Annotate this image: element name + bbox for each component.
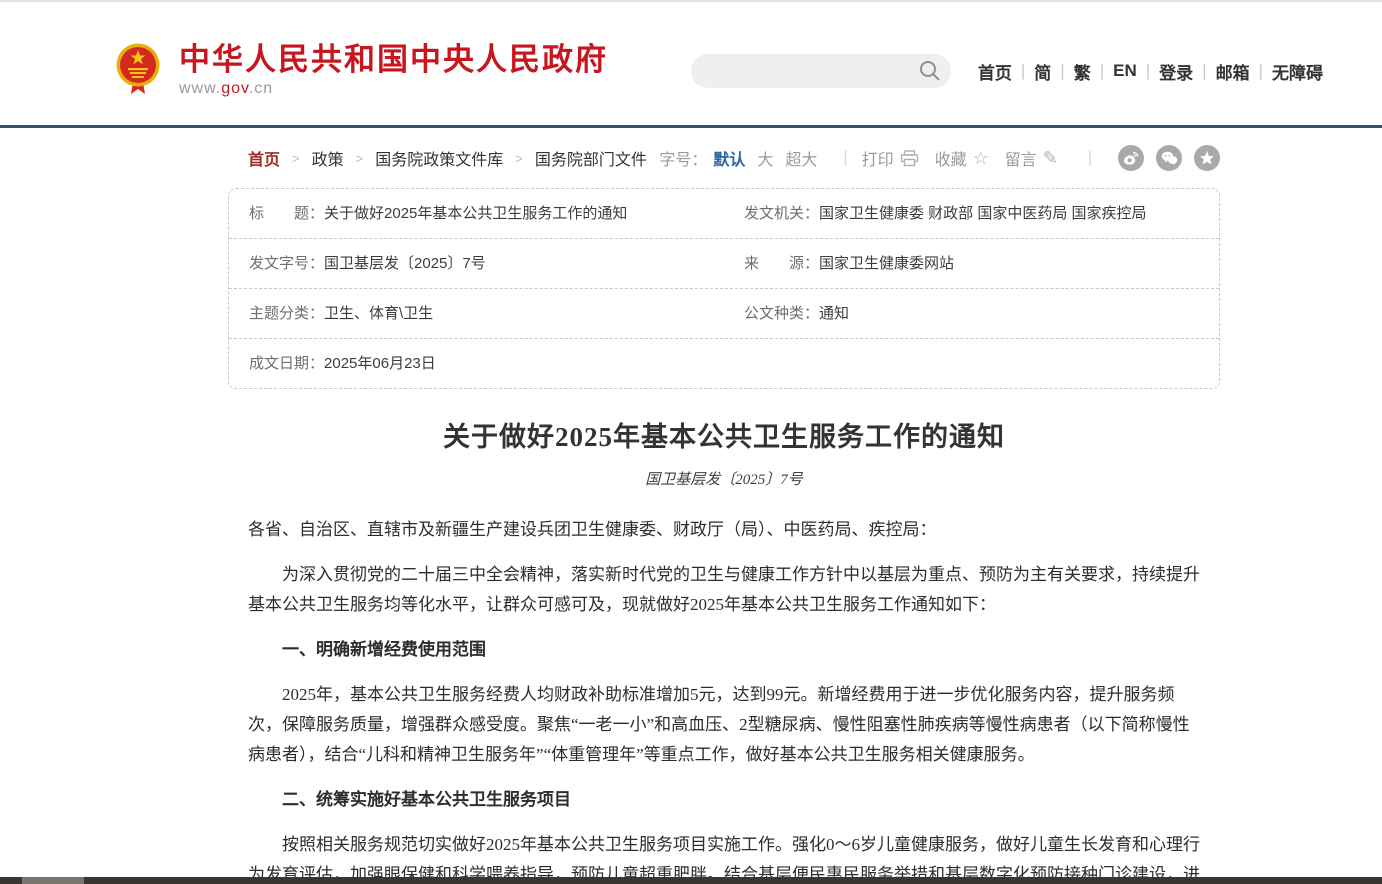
meta-row: 主题分类： 卫生、体育\卫生 公文种类： 通知 [229, 289, 1219, 339]
salutation-paragraph: 各省、自治区、直辖市及新疆生产建设兵团卫生健康委、财政厅（局）、中医药局、疾控局… [248, 515, 1200, 545]
nav-english[interactable]: EN [1104, 61, 1146, 81]
document-toolbar: 字号： 默认 大 超大 | 打印 收藏 ☆ 留言 ✎ | [659, 145, 1220, 171]
meta-label: 标 题： [249, 189, 324, 238]
breadcrumb-policy-library[interactable]: 国务院政策文件库 [375, 146, 503, 170]
search-icon [919, 60, 941, 82]
share-qzone-button[interactable] [1194, 145, 1220, 171]
site-url-www: www. [179, 80, 221, 97]
wechat-icon [1161, 151, 1178, 165]
printer-icon [900, 150, 919, 167]
toolbar-divider: | [1088, 149, 1092, 167]
share-wechat-button[interactable] [1156, 145, 1182, 171]
main-column: 首页 > 政策 > 国务院政策文件库 > 国务院部门文件 字号： 默认 大 超大… [228, 146, 1220, 884]
search-input[interactable] [707, 56, 919, 86]
nav-simplified[interactable]: 简 [1025, 59, 1060, 84]
breadcrumb-home[interactable]: 首页 [248, 146, 280, 170]
star-icon: ☆ [973, 149, 989, 167]
font-size-default-button[interactable]: 默认 [713, 146, 745, 170]
meta-value: 2025年06月23日 [324, 339, 436, 388]
nav-traditional[interactable]: 繁 [1065, 59, 1100, 84]
nav-accessibility[interactable]: 无障碍 [1263, 59, 1332, 84]
meta-value: 国家卫生健康委网站 [819, 239, 954, 288]
nav-mail[interactable]: 邮箱 [1207, 59, 1259, 84]
meta-label: 发文字号： [249, 239, 324, 288]
section1-paragraph: 2025年，基本公共卫生服务经费人均财政补助标准增加5元，达到99元。新增经费用… [248, 680, 1200, 770]
breadcrumb-department-docs[interactable]: 国务院部门文件 [535, 146, 647, 170]
search-button[interactable] [919, 60, 941, 82]
site-url-gov: gov [221, 80, 249, 97]
site-logo[interactable]: 中华人民共和国中央人民政府 www.gov.cn [113, 42, 608, 98]
meta-label: 成文日期： [249, 339, 324, 388]
toolbar-divider: | [843, 149, 847, 167]
meta-value: 卫生、体育\卫生 [324, 289, 433, 338]
meta-value: 通知 [819, 289, 849, 338]
national-emblem-icon [113, 42, 163, 98]
meta-value: 国卫基层发〔2025〕7号 [324, 239, 486, 288]
site-url-cn: .cn [249, 80, 273, 97]
footer-bar-segment [22, 877, 84, 884]
print-button[interactable]: 打印 [862, 146, 919, 170]
meta-doc-type-cell: 公文种类： 通知 [724, 289, 1219, 338]
footer-top-bar [0, 877, 1382, 884]
meta-issuing-agency-cell: 发文机关： 国家卫生健康委 财政部 国家中医药局 国家疾控局 [724, 189, 1219, 238]
chevron-right-icon: > [356, 151, 364, 166]
breadcrumb: 首页 > 政策 > 国务院政策文件库 > 国务院部门文件 [228, 146, 647, 170]
font-size-xlarge-button[interactable]: 超大 [785, 146, 817, 170]
meta-value: 关于做好2025年基本公共卫生服务工作的通知 [324, 189, 627, 238]
meta-doc-number-cell: 发文字号： 国卫基层发〔2025〕7号 [229, 239, 724, 288]
meta-topic-category-cell: 主题分类： 卫生、体育\卫生 [229, 289, 724, 338]
font-size-label: 字号： [659, 146, 707, 170]
meta-value: 国家卫生健康委 财政部 国家中医药局 国家疾控局 [819, 189, 1147, 238]
meta-label: 发文机关： [744, 189, 819, 238]
favorite-label: 收藏 [935, 146, 967, 170]
header-right: 首页| 简| 繁| EN| 登录| 邮箱| 无障碍 [691, 54, 1332, 88]
comment-button[interactable]: 留言 ✎ [1005, 146, 1058, 170]
star-badge-icon [1199, 150, 1215, 166]
top-nav: 首页| 简| 繁| EN| 登录| 邮箱| 无障碍 [969, 59, 1332, 84]
header-divider [0, 125, 1382, 128]
site-header: 中华人民共和国中央人民政府 www.gov.cn 首页| 简| 繁| EN| 登… [0, 2, 1382, 125]
comment-label: 留言 [1005, 146, 1037, 170]
meta-row: 发文字号： 国卫基层发〔2025〕7号 来 源： 国家卫生健康委网站 [229, 239, 1219, 289]
document-number: 国卫基层发〔2025〕7号 [248, 468, 1200, 489]
favorite-button[interactable]: 收藏 ☆ [935, 146, 989, 170]
breadcrumb-policy[interactable]: 政策 [312, 146, 344, 170]
print-label: 打印 [862, 146, 894, 170]
site-title: 中华人民共和国中央人民政府 [179, 43, 608, 77]
meta-source-cell: 来 源： 国家卫生健康委网站 [724, 239, 1219, 288]
breadcrumb-toolbar-row: 首页 > 政策 > 国务院政策文件库 > 国务院部门文件 字号： 默认 大 超大… [228, 146, 1220, 170]
section2-paragraph: 按照相关服务规范切实做好2025年基本公共卫生服务项目实施工作。强化0～6岁儿童… [248, 830, 1200, 884]
site-title-block: 中华人民共和国中央人民政府 www.gov.cn [179, 43, 608, 98]
meta-label: 来 源： [744, 239, 819, 288]
meta-label: 公文种类： [744, 289, 819, 338]
meta-label: 主题分类： [249, 289, 324, 338]
section2-heading: 二、统筹实施好基本公共卫生服务项目 [248, 785, 1200, 815]
site-url: www.gov.cn [179, 80, 608, 98]
font-size-large-button[interactable]: 大 [757, 146, 773, 170]
pencil-icon: ✎ [1043, 149, 1058, 167]
share-weibo-button[interactable] [1118, 145, 1144, 171]
nav-login[interactable]: 登录 [1150, 59, 1202, 84]
meta-row: 标 题： 关于做好2025年基本公共卫生服务工作的通知 发文机关： 国家卫生健康… [229, 189, 1219, 239]
document-body: 关于做好2025年基本公共卫生服务工作的通知 国卫基层发〔2025〕7号 各省、… [228, 415, 1220, 884]
nav-home[interactable]: 首页 [969, 59, 1021, 84]
document-meta-table: 标 题： 关于做好2025年基本公共卫生服务工作的通知 发文机关： 国家卫生健康… [228, 188, 1220, 389]
document-title: 关于做好2025年基本公共卫生服务工作的通知 [248, 415, 1200, 454]
chevron-right-icon: > [515, 151, 523, 166]
intro-paragraph: 为深入贯彻党的二十届三中全会精神，落实新时代党的卫生与健康工作方针中以基层为重点… [248, 560, 1200, 620]
section1-heading: 一、明确新增经费使用范围 [248, 635, 1200, 665]
meta-title-cell: 标 题： 关于做好2025年基本公共卫生服务工作的通知 [229, 189, 724, 238]
search-box[interactable] [691, 54, 951, 88]
weibo-icon [1123, 151, 1139, 166]
meta-date-cell: 成文日期： 2025年06月23日 [229, 339, 724, 388]
chevron-right-icon: > [292, 151, 300, 166]
meta-row: 成文日期： 2025年06月23日 [229, 339, 1219, 388]
